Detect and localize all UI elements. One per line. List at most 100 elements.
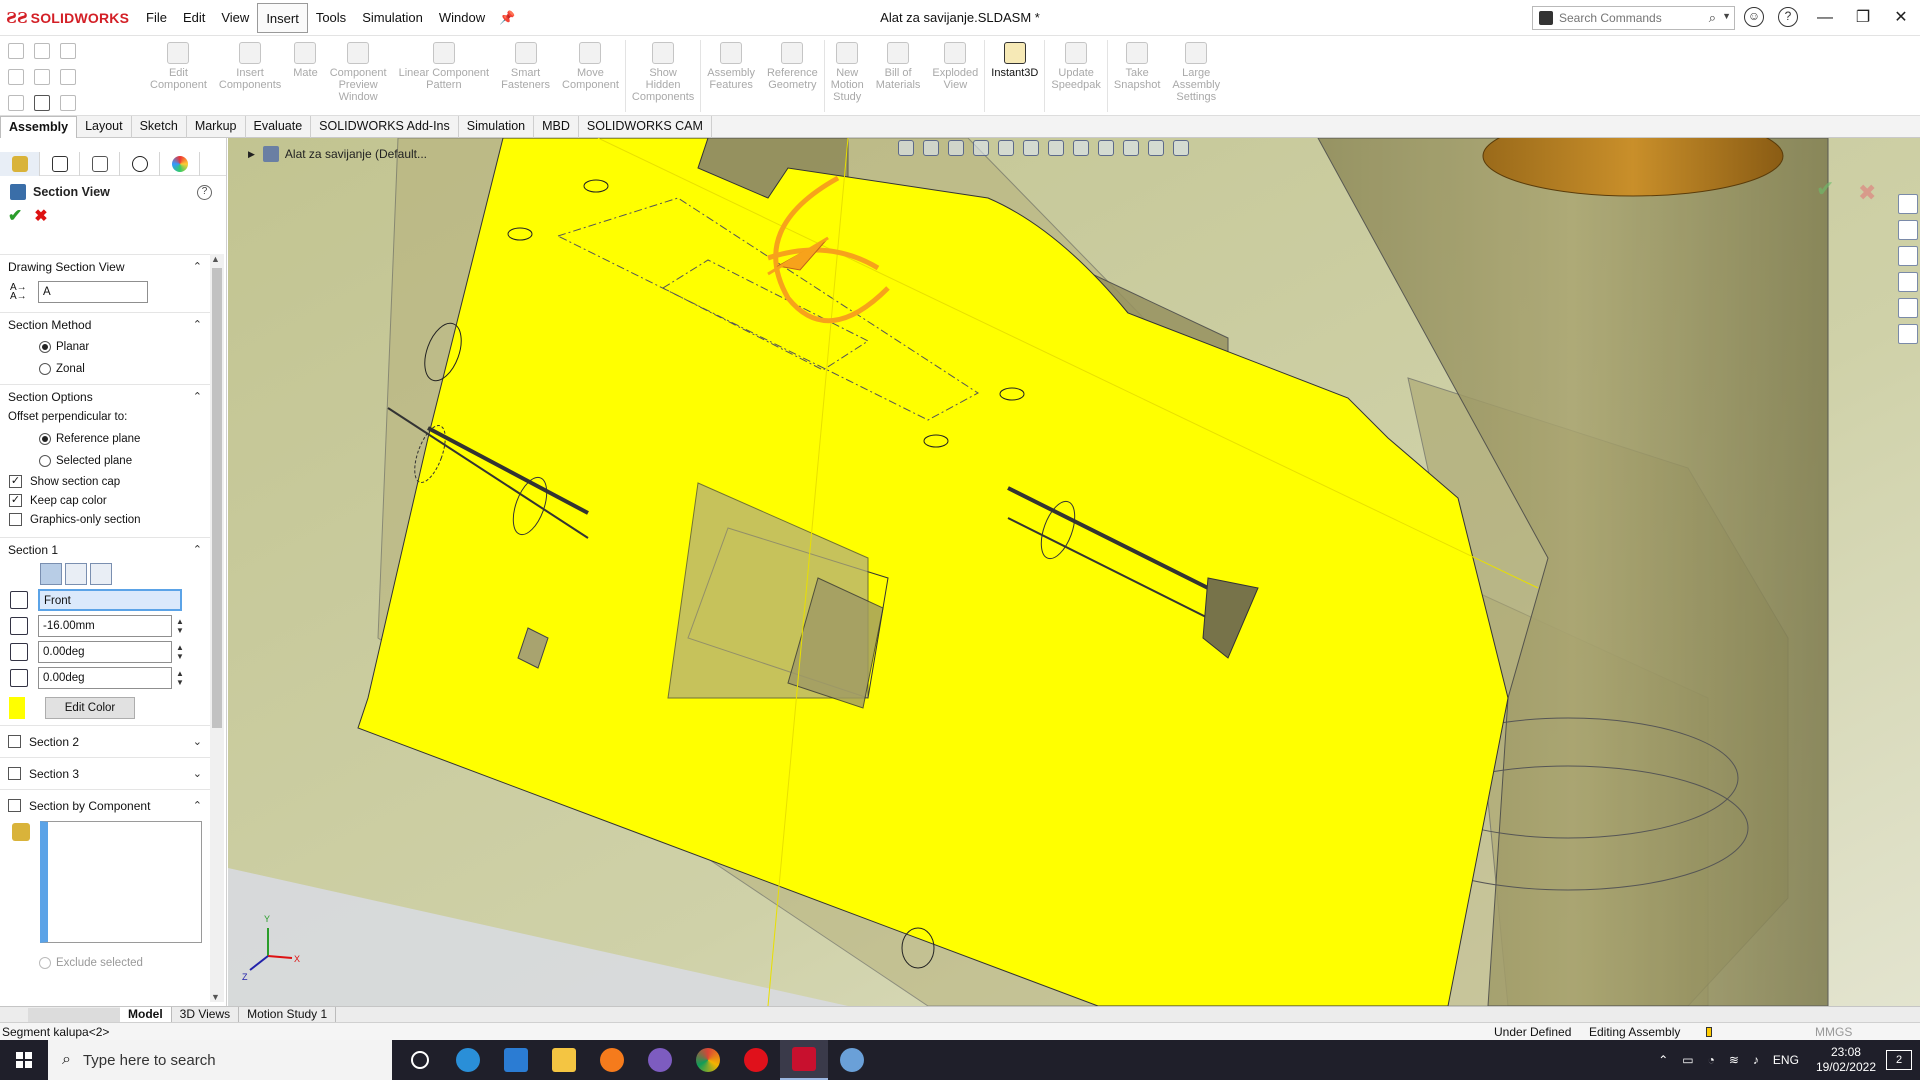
radio-selected-plane-row[interactable]: Selected plane xyxy=(0,450,210,472)
command-exploded-view[interactable]: Exploded View xyxy=(926,36,984,116)
radio-planar-row[interactable]: Planar xyxy=(0,336,210,358)
offset-spinner[interactable]: ▲ ▼ xyxy=(176,617,184,635)
menu-window[interactable]: Window xyxy=(431,3,493,33)
radio-zonal[interactable] xyxy=(39,363,51,375)
view-settings-icon[interactable] xyxy=(1148,140,1164,156)
group-section-options[interactable]: Section Options ⌃ xyxy=(0,384,210,408)
cancel-x-icon[interactable]: ✖ xyxy=(34,206,47,226)
display-manager-tab[interactable] xyxy=(160,151,200,176)
solidworks-logo[interactable]: ƧƧ SOLIDWORKS xyxy=(0,9,138,27)
opera-app[interactable] xyxy=(732,1040,780,1080)
radio-planar[interactable] xyxy=(39,341,51,353)
zoom-to-area-icon[interactable] xyxy=(923,140,939,156)
command-instant3d[interactable]: Instant3D xyxy=(985,36,1044,116)
tab-solidworks-add-ins[interactable]: SOLIDWORKS Add-Ins xyxy=(311,116,459,138)
taskbar-search[interactable]: ⌕ Type here to search xyxy=(48,1040,392,1080)
section-plane-front-icon[interactable] xyxy=(40,563,62,585)
command-show-hidden-components[interactable]: Show Hidden Components xyxy=(626,36,700,116)
angle-y-spinner[interactable]: ▲ ▼ xyxy=(176,669,184,687)
command-mate[interactable]: Mate xyxy=(287,36,323,116)
radio-reference-plane[interactable] xyxy=(39,433,51,445)
tab-assembly[interactable]: Assembly xyxy=(0,116,78,138)
exclude-selected-row[interactable]: Exclude selected xyxy=(0,953,210,973)
mail-app[interactable] xyxy=(492,1040,540,1080)
file-properties-icon[interactable] xyxy=(60,69,76,85)
expand-arrow-icon[interactable]: ▶ xyxy=(248,149,255,160)
scroll-down-icon[interactable]: ▼ xyxy=(211,992,220,1002)
group-section-3[interactable]: Section 3 ⌄ xyxy=(0,757,210,789)
ok-checkmark-icon[interactable]: ✔ xyxy=(8,206,22,226)
tray-overflow-icon[interactable]: ⌃ xyxy=(1658,1053,1668,1067)
show-section-cap-row[interactable]: ✓ Show section cap xyxy=(0,472,210,491)
display-style-icon[interactable] xyxy=(1048,140,1064,156)
scroll-up-icon[interactable]: ▲ xyxy=(211,254,220,264)
open-icon[interactable] xyxy=(8,95,24,111)
graphics-only-row[interactable]: Graphics-only section xyxy=(0,510,210,529)
command-take-snapshot[interactable]: Take Snapshot xyxy=(1108,36,1166,116)
command-reference-geometry[interactable]: Reference Geometry xyxy=(761,36,824,116)
previous-view-icon[interactable] xyxy=(948,140,964,156)
section-name-field[interactable]: A xyxy=(38,281,148,303)
graphics-area[interactable]: Y X Z ✔ ✖ ▶ Alat za savijanje (Default..… xyxy=(228,138,1920,1006)
tab-sketch[interactable]: Sketch xyxy=(132,116,187,138)
chevron-up-icon[interactable]: ⌃ xyxy=(193,260,202,273)
cap-color-swatch[interactable] xyxy=(9,697,25,719)
section-plane-right-icon[interactable] xyxy=(90,563,112,585)
group-section-2[interactable]: Section 2 ⌄ xyxy=(0,725,210,757)
tab-3d-views[interactable]: 3D Views xyxy=(172,1006,240,1023)
angle-y-field[interactable]: 0.00deg xyxy=(38,667,172,689)
rebuild-status-icon[interactable] xyxy=(1706,1027,1712,1037)
radio-reference-plane-row[interactable]: Reference plane xyxy=(0,428,210,450)
radio-zonal-row[interactable]: Zonal xyxy=(0,358,210,380)
customize-icon[interactable] xyxy=(60,95,76,111)
wifi-icon[interactable]: ≋ xyxy=(1729,1053,1739,1067)
section-plane-field[interactable]: Front xyxy=(38,589,182,611)
group-section-by-component[interactable]: Section by Component ⌃ xyxy=(0,789,210,821)
design-library-icon[interactable] xyxy=(1898,220,1918,240)
command-large-assembly-settings[interactable]: Large Assembly Settings xyxy=(1166,36,1226,116)
chevron-up-icon[interactable]: ⌃ xyxy=(193,543,202,556)
solidworks-app[interactable] xyxy=(780,1040,828,1080)
section-plane-top-icon[interactable] xyxy=(65,563,87,585)
solidworks-resources-icon[interactable] xyxy=(1898,194,1918,214)
options-gear-icon[interactable] xyxy=(34,95,50,111)
dynamic-annotation-icon[interactable] xyxy=(998,140,1014,156)
viber-app[interactable] xyxy=(636,1040,684,1080)
confirm-corner-cancel-icon[interactable]: ✖ xyxy=(1858,181,1876,206)
minimize-button[interactable]: — xyxy=(1806,0,1844,36)
tab-evaluate[interactable]: Evaluate xyxy=(246,116,312,138)
new-document-icon[interactable] xyxy=(8,69,24,85)
tab-mbd[interactable]: MBD xyxy=(534,116,579,138)
chrome-app[interactable] xyxy=(684,1040,732,1080)
appearances-scenes-icon[interactable] xyxy=(1898,298,1918,318)
command-component-preview-window[interactable]: Component Preview Window xyxy=(324,36,393,116)
menu-edit[interactable]: Edit xyxy=(175,3,213,33)
command-bill-of-materials[interactable]: Bill of Materials xyxy=(870,36,927,116)
angle-x-field[interactable]: 0.00deg xyxy=(38,641,172,663)
user-account-icon[interactable]: ☺ xyxy=(1744,7,1764,27)
zoom-to-fit-icon[interactable] xyxy=(898,140,914,156)
rebuild-icon[interactable] xyxy=(34,69,50,85)
clock[interactable]: 23:08 19/02/2022 xyxy=(1816,1045,1876,1075)
confirm-corner-ok-icon[interactable]: ✔ xyxy=(1816,177,1834,202)
command-update-speedpak[interactable]: Update Speedpak xyxy=(1045,36,1107,116)
pm-scrollbar[interactable]: ▲ ▼ xyxy=(210,254,224,1002)
menu-insert[interactable]: Insert xyxy=(257,2,308,33)
help-icon[interactable]: ? xyxy=(197,184,212,200)
show-section-cap-checkbox[interactable]: ✓ xyxy=(9,475,22,488)
search-commands-box[interactable]: ⌕ ▼ xyxy=(1532,6,1735,30)
tab-markup[interactable]: Markup xyxy=(187,116,246,138)
exclude-selected-radio[interactable] xyxy=(39,957,51,969)
group-section-method[interactable]: Section Method ⌃ xyxy=(0,312,210,336)
radio-selected-plane[interactable] xyxy=(39,455,51,467)
command-assembly-features[interactable]: Assembly Features xyxy=(701,36,761,116)
section-view-toggle-icon[interactable] xyxy=(973,140,989,156)
component-list[interactable] xyxy=(40,821,202,943)
feature-tree-tab[interactable] xyxy=(0,151,40,176)
section-2-checkbox[interactable] xyxy=(8,735,21,748)
angle-x-spinner[interactable]: ▲ ▼ xyxy=(176,643,184,661)
command-linear-component-pattern[interactable]: Linear Component Pattern xyxy=(393,36,496,116)
command-move-component[interactable]: Move Component xyxy=(556,36,625,116)
display-monitor-icon[interactable] xyxy=(1173,140,1189,156)
section-by-component-checkbox[interactable] xyxy=(8,799,21,812)
